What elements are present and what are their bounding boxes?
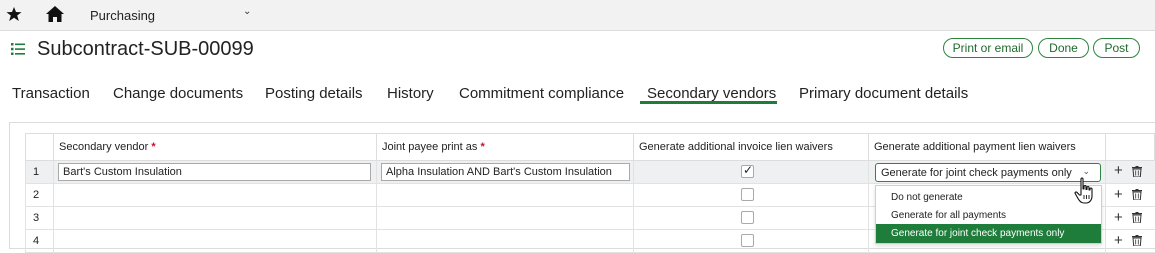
required-marker: * bbox=[480, 141, 485, 153]
trash-icon[interactable] bbox=[1132, 189, 1142, 200]
dropdown-option-generate-for-joint-check-payments-only[interactable]: Generate for joint check payments only bbox=[876, 224, 1101, 243]
add-row-button[interactable]: + bbox=[1114, 186, 1123, 203]
row-number: 4 bbox=[33, 235, 40, 247]
row-number: 3 bbox=[33, 212, 40, 224]
list-icon[interactable] bbox=[11, 42, 25, 56]
table-row[interactable] bbox=[25, 161, 54, 184]
payment-lien-dropdown-list: Do not generate Generate for all payment… bbox=[875, 185, 1102, 244]
actions-header bbox=[1106, 133, 1155, 161]
add-row-button[interactable]: + bbox=[1114, 162, 1123, 179]
table-cell[interactable] bbox=[377, 230, 634, 253]
chevron-down-icon[interactable]: ⌄ bbox=[243, 6, 251, 17]
table-cell[interactable] bbox=[54, 230, 377, 253]
table-cell[interactable] bbox=[54, 207, 377, 230]
invoice-lien-checkbox[interactable] bbox=[741, 211, 754, 224]
tab-commitment-compliance[interactable]: Commitment compliance bbox=[459, 85, 624, 102]
trash-icon[interactable] bbox=[1132, 235, 1142, 246]
print-or-email-button[interactable]: Print or email bbox=[943, 38, 1033, 58]
column-header-label: Secondary vendor bbox=[59, 141, 149, 153]
tab-primary-document-details[interactable]: Primary document details bbox=[799, 85, 968, 102]
column-header-label: Joint payee print as bbox=[382, 141, 478, 153]
payment-lien-select-value: Generate for joint check payments only bbox=[881, 167, 1072, 179]
trash-icon[interactable] bbox=[1132, 166, 1142, 177]
column-header-joint-payee: Joint payee print as * bbox=[377, 133, 634, 161]
table-cell[interactable] bbox=[377, 184, 634, 207]
invoice-lien-checkbox[interactable]: ✓ bbox=[741, 163, 754, 178]
add-row-button[interactable]: + bbox=[1114, 232, 1123, 249]
column-header-payment-lien-waivers: Generate additional payment lien waivers bbox=[869, 133, 1106, 161]
add-row-button[interactable]: + bbox=[1114, 209, 1123, 226]
trash-icon[interactable] bbox=[1132, 212, 1142, 223]
tab-change-documents[interactable]: Change documents bbox=[113, 85, 243, 102]
joint-payee-input[interactable]: Alpha Insulation AND Bart's Custom Insul… bbox=[381, 163, 630, 181]
hand-cursor-icon bbox=[1074, 177, 1093, 204]
home-icon[interactable] bbox=[45, 5, 65, 23]
tab-secondary-vendors[interactable]: Secondary vendors bbox=[647, 85, 776, 102]
secondary-vendor-input[interactable]: Bart's Custom Insulation bbox=[58, 163, 371, 181]
payment-lien-select[interactable]: Generate for joint check payments only ⌄ bbox=[875, 163, 1101, 182]
invoice-lien-checkbox[interactable] bbox=[741, 234, 754, 247]
table-row[interactable] bbox=[25, 230, 54, 253]
done-button[interactable]: Done bbox=[1038, 38, 1089, 58]
active-tab-indicator bbox=[640, 101, 777, 104]
column-header-invoice-lien-waivers: Generate additional invoice lien waivers bbox=[634, 133, 869, 161]
tab-posting-details[interactable]: Posting details bbox=[265, 85, 363, 102]
row-number: 2 bbox=[33, 189, 40, 201]
tab-transaction[interactable]: Transaction bbox=[12, 85, 90, 102]
dropdown-option-do-not-generate[interactable]: Do not generate bbox=[876, 188, 1101, 207]
tab-history[interactable]: History bbox=[387, 85, 434, 102]
module-selector-label[interactable]: Purchasing bbox=[90, 8, 155, 23]
invoice-lien-checkbox[interactable] bbox=[741, 188, 754, 201]
table-cell[interactable] bbox=[54, 184, 377, 207]
required-marker: * bbox=[151, 141, 156, 153]
table-row[interactable] bbox=[25, 184, 54, 207]
table-row[interactable] bbox=[25, 207, 54, 230]
dropdown-option-generate-for-all-payments[interactable]: Generate for all payments bbox=[876, 206, 1101, 225]
top-navigation-bar: Purchasing ⌄ bbox=[0, 0, 1155, 31]
chevron-down-icon: ⌄ bbox=[1082, 166, 1090, 176]
page-title: Subcontract-SUB-00099 bbox=[37, 38, 254, 60]
star-icon[interactable] bbox=[6, 6, 22, 22]
row-number: 1 bbox=[33, 166, 40, 178]
post-button[interactable]: Post bbox=[1093, 38, 1140, 58]
table-cell[interactable] bbox=[377, 207, 634, 230]
checkmark-icon: ✓ bbox=[743, 163, 754, 177]
column-header-secondary-vendor: Secondary vendor * bbox=[54, 133, 377, 161]
row-number-header bbox=[25, 133, 54, 161]
